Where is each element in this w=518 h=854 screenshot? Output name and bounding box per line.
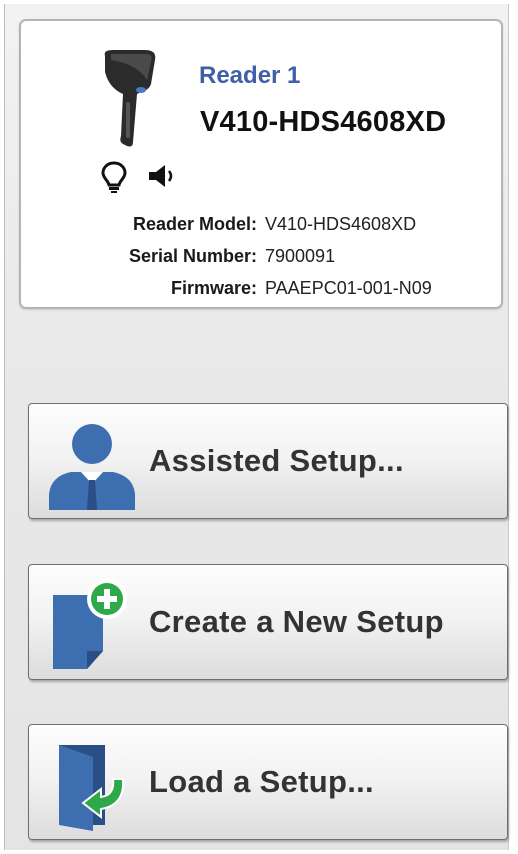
reader-model-title: V410-HDS4608XD bbox=[200, 106, 447, 138]
load-setup-label: Load a Setup... bbox=[149, 764, 374, 799]
reader-name: Reader 1 bbox=[199, 62, 301, 89]
load-setup-button[interactable]: Load a Setup... bbox=[28, 724, 508, 840]
speaker-icon[interactable] bbox=[147, 164, 177, 188]
detail-value: 7900091 bbox=[265, 246, 336, 266]
user-icon bbox=[49, 424, 135, 510]
assisted-setup-button[interactable]: Assisted Setup... bbox=[28, 403, 508, 519]
detail-label: Firmware: bbox=[170, 278, 257, 298]
new-document-icon bbox=[53, 579, 127, 669]
open-door-icon bbox=[59, 745, 125, 831]
create-new-setup-button[interactable]: Create a New Setup bbox=[28, 564, 508, 680]
assisted-setup-label: Assisted Setup... bbox=[149, 443, 404, 478]
create-new-setup-label: Create a New Setup bbox=[149, 604, 444, 639]
reader-info-card: Reader 1 V410-HDS4608XD Reader Model: V4… bbox=[19, 19, 503, 309]
detail-label: Serial Number: bbox=[128, 246, 257, 266]
detail-value: V410-HDS4608XD bbox=[265, 214, 417, 234]
barcode-scanner-icon bbox=[104, 50, 156, 147]
detail-label: Reader Model: bbox=[132, 214, 257, 234]
lightbulb-icon[interactable] bbox=[101, 161, 127, 193]
detail-value: PAAEPC01-001-N09 bbox=[265, 278, 432, 298]
side-panel: Reader 1 V410-HDS4608XD Reader Model: V4… bbox=[4, 4, 509, 850]
